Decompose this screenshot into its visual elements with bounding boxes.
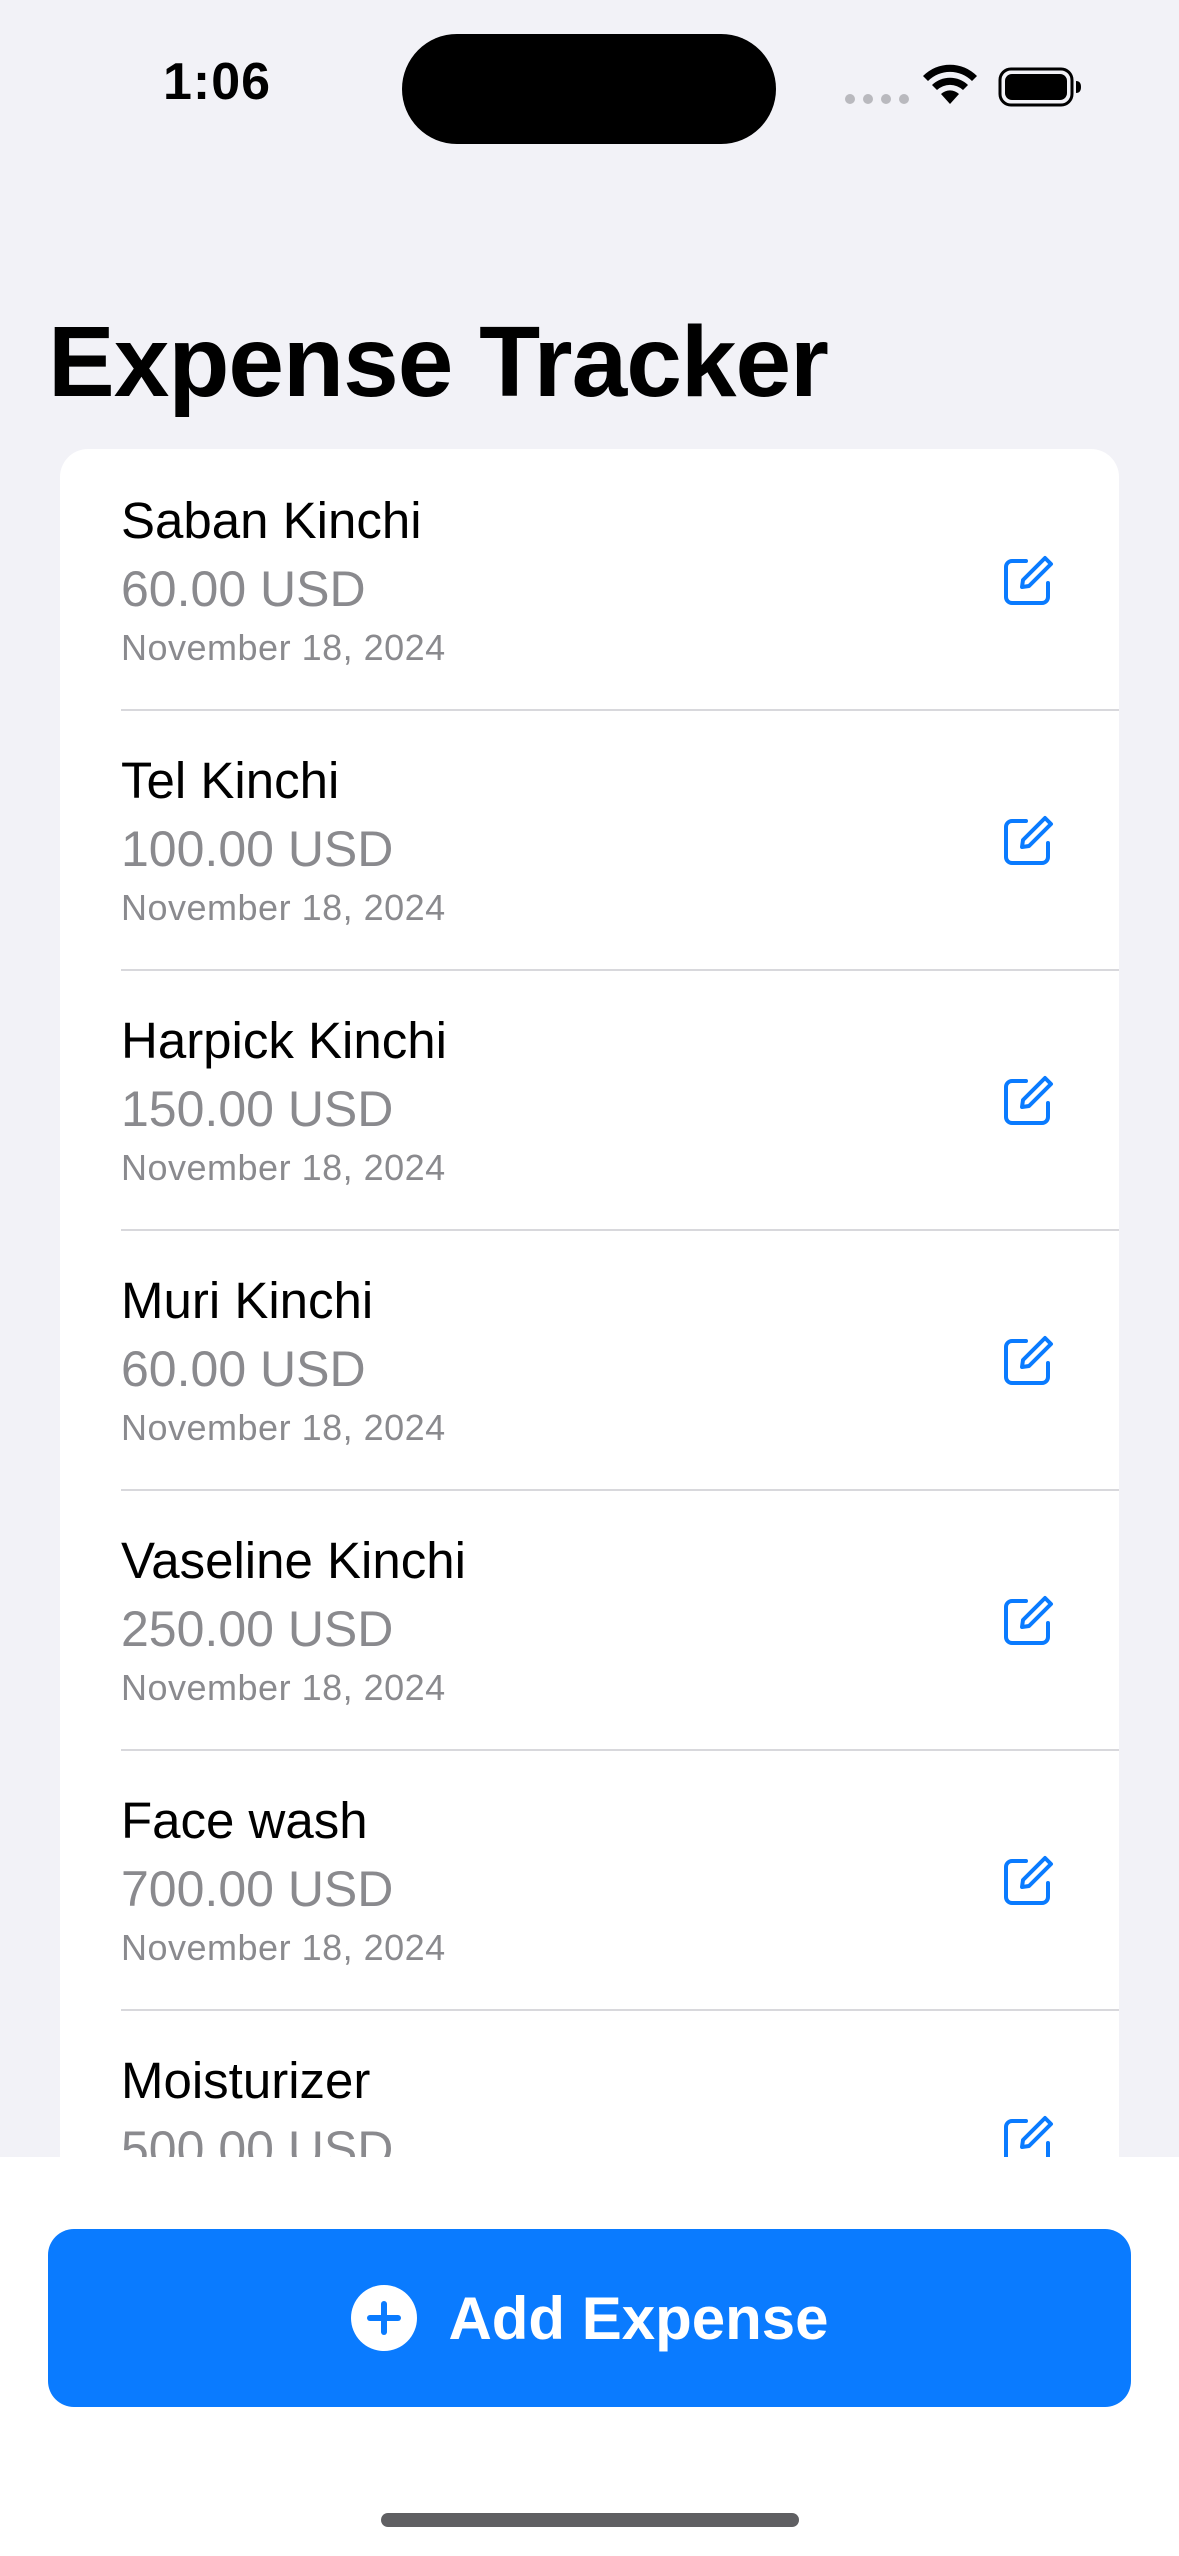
dynamic-island: [402, 34, 776, 144]
square-and-pencil-icon: [1004, 1856, 1053, 1905]
edit-button[interactable]: [1000, 813, 1056, 869]
battery-icon: [998, 67, 1081, 107]
add-expense-label: Add Expense: [448, 2284, 829, 2352]
expense-name: Face wash: [121, 1792, 368, 1849]
expense-name: Saban Kinchi: [121, 492, 422, 549]
expense-row[interactable]: Vaseline Kinchi 250.00 USD November 18, …: [60, 1489, 1119, 1749]
home-indicator[interactable]: [381, 2513, 799, 2527]
edit-button[interactable]: [1000, 2113, 1056, 2157]
expense-amount: 150.00 USD: [121, 1081, 394, 1137]
expense-amount: 100.00 USD: [121, 821, 394, 877]
expense-name: Muri Kinchi: [121, 1272, 374, 1329]
expense-amount: 60.00 USD: [121, 1341, 366, 1397]
status-time: 1:06: [163, 53, 272, 111]
expense-name: Harpick Kinchi: [121, 1012, 447, 1069]
expense-name: Tel Kinchi: [121, 752, 340, 809]
expense-date: November 18, 2024: [121, 1927, 446, 1968]
edit-button[interactable]: [1000, 1333, 1056, 1389]
edit-button[interactable]: [1000, 553, 1056, 609]
square-and-pencil-icon: [1004, 816, 1053, 865]
expense-amount: 250.00 USD: [121, 1601, 394, 1657]
square-and-pencil-icon: [1004, 1336, 1053, 1385]
cellular-signal-icon: [845, 94, 909, 104]
edit-button[interactable]: [1000, 1593, 1056, 1649]
square-and-pencil-icon: [1004, 2116, 1053, 2157]
square-and-pencil-icon: [1004, 556, 1053, 605]
expense-date: November 18, 2024: [121, 887, 446, 928]
expense-amount: 60.00 USD: [121, 561, 366, 617]
expense-amount: 700.00 USD: [121, 1861, 394, 1917]
page-title: Expense Tracker: [48, 306, 829, 418]
expense-date: November 18, 2024: [121, 1407, 446, 1448]
expense-date: November 18, 2024: [121, 1667, 446, 1708]
expense-name: Vaseline Kinchi: [121, 1532, 466, 1589]
expense-row[interactable]: Moisturizer 500.00 USD: [60, 2009, 1119, 2157]
expense-row[interactable]: Muri Kinchi 60.00 USD November 18, 2024: [60, 1229, 1119, 1489]
expense-row[interactable]: Face wash 700.00 USD November 18, 2024: [60, 1749, 1119, 2009]
expense-date: November 18, 2024: [121, 1147, 446, 1188]
expense-row[interactable]: Harpick Kinchi 150.00 USD November 18, 2…: [60, 969, 1119, 1229]
plus-circle-icon: [351, 2285, 418, 2351]
expense-row[interactable]: Tel Kinchi 100.00 USD November 18, 2024: [60, 709, 1119, 969]
expense-date: November 18, 2024: [121, 627, 446, 668]
expense-list-card: Saban Kinchi 60.00 USD November 18, 2024…: [60, 449, 1119, 2157]
add-expense-button[interactable]: Add Expense: [48, 2229, 1131, 2407]
wifi-icon: [923, 64, 977, 104]
square-and-pencil-icon: [1004, 1596, 1053, 1645]
expense-name: Moisturizer: [121, 2052, 371, 2109]
expense-row[interactable]: Saban Kinchi 60.00 USD November 18, 2024: [60, 449, 1119, 709]
screen: 1:06 Expense Tracker Saban Kinchi 60.00 …: [0, 0, 1179, 2556]
expense-amount: 500.00 USD: [121, 2121, 394, 2157]
square-and-pencil-icon: [1004, 1076, 1053, 1125]
edit-button[interactable]: [1000, 1073, 1056, 1129]
edit-button[interactable]: [1000, 1853, 1056, 1909]
expense-list[interactable]: Saban Kinchi 60.00 USD November 18, 2024…: [60, 449, 1119, 2157]
